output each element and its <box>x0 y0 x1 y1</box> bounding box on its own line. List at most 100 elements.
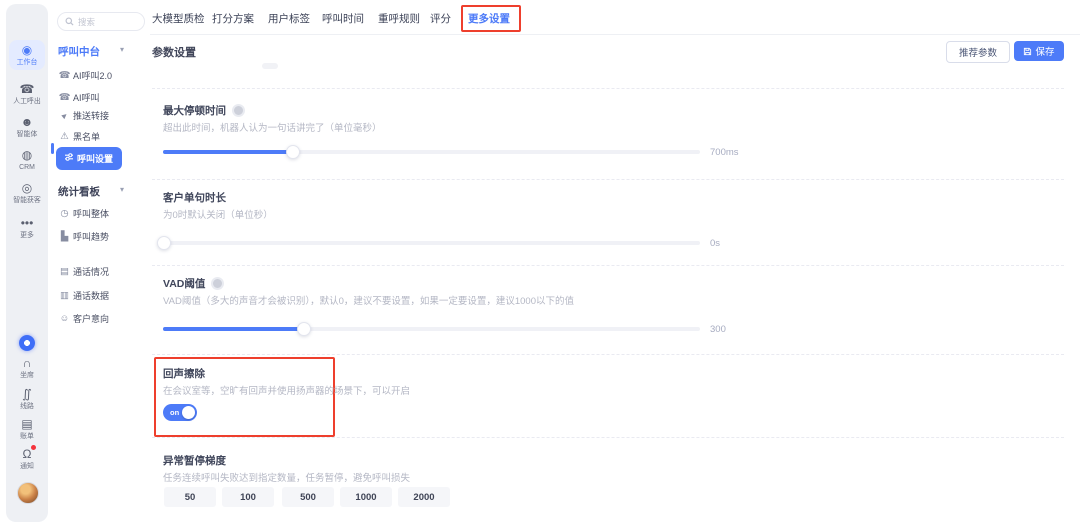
slider-handle[interactable] <box>297 322 311 336</box>
sentence-duration-value: 0s <box>710 238 720 249</box>
section-desc-sentence-duration: 为0时默认关闭（单位秒） <box>163 207 273 221</box>
rail-item-more[interactable]: ••• 更多 <box>9 216 45 239</box>
section-title-sentence-duration: 客户单句时长 <box>163 190 226 205</box>
rail-item-lead-gen[interactable]: ◎ 智能获客 <box>9 181 45 204</box>
notification-badge <box>31 445 36 450</box>
search-icon <box>65 17 74 26</box>
rail-item-seat[interactable]: ∩ 坐席 <box>9 356 45 379</box>
rail-item-workbench[interactable]: ◉ 工作台 <box>9 40 45 70</box>
section-desc-abnormal-pause: 任务连续呼叫失败达到指定数量，任务暂停，避免呼叫损失 <box>163 470 410 484</box>
rail-item-bill[interactable]: ▤ 账单 <box>9 417 45 440</box>
sidebar-group-call-platform[interactable]: 呼叫中台 <box>58 44 100 59</box>
sidebar-item-ai-call-2[interactable]: ☎ AI呼叫2.0 <box>48 64 148 86</box>
slider-handle[interactable] <box>157 236 171 250</box>
send-icon: ► <box>57 107 73 122</box>
save-button[interactable]: 保存 <box>1014 41 1064 61</box>
sidebar-item-call-data[interactable]: ▥ 通话数据 <box>48 284 148 306</box>
recommend-params-button[interactable]: 推荐参数 <box>946 41 1010 63</box>
more-dots-icon: ••• <box>9 216 45 230</box>
data-sheet-icon: ▥ <box>58 290 71 301</box>
section-title-abnormal-pause: 异常暂停梯度 <box>163 453 226 468</box>
info-icon[interactable] <box>211 277 224 290</box>
rail-item-manual-outbound[interactable]: ☎ 人工呼出 <box>9 82 45 105</box>
manual-outbound-icon: ☎ <box>9 82 45 96</box>
bar-chart-icon: ▙ <box>58 231 71 242</box>
sliders-icon <box>62 152 75 165</box>
sidebar-group-stats-board[interactable]: 统计看板 <box>58 184 100 199</box>
tab-recall-rules[interactable]: 重呼规则 <box>378 11 420 26</box>
slider-track[interactable] <box>163 241 700 245</box>
online-status-indicator[interactable] <box>19 335 35 351</box>
user-avatar[interactable] <box>17 482 39 504</box>
slider-fill <box>163 150 292 154</box>
toggle-knob <box>182 406 195 419</box>
scrolled-element-remnant <box>262 63 278 69</box>
crm-icon: ◍ <box>9 148 45 162</box>
max-pause-slider[interactable] <box>163 145 700 157</box>
lines-icon: ∬ <box>9 387 45 401</box>
max-pause-value: 700ms <box>710 147 739 158</box>
search-placeholder: 搜索 <box>78 16 95 28</box>
phone-icon: ☎ <box>58 92 71 103</box>
save-disk-icon <box>1023 47 1032 56</box>
sidebar-item-call-status[interactable]: ▤ 通话情况 <box>48 260 148 282</box>
settings-tabbar: 大模型质检 打分方案 用户标签 呼叫时间 重呼规则 评分 更多设置 <box>150 0 1080 35</box>
rail-item-agent-bot[interactable]: ☻ 智能体 <box>9 115 45 138</box>
sidebar-item-call-settings[interactable]: 呼叫设置 <box>56 147 122 170</box>
app-window: ◉ 工作台 ☎ 人工呼出 ☻ 智能体 ◍ CRM ◎ 智能获客 ••• 更多 ∩… <box>0 0 1080 532</box>
workbench-icon: ◉ <box>9 43 45 57</box>
pause-option-2000[interactable]: 2000 <box>398 487 450 507</box>
clock-icon: ◷ <box>58 208 71 219</box>
tab-llm-qc[interactable]: 大模型质检 <box>152 11 205 26</box>
pause-option-100[interactable]: 100 <box>222 487 274 507</box>
echo-cancel-toggle[interactable]: on <box>163 404 197 421</box>
bill-icon: ▤ <box>9 417 45 431</box>
bell-icon: Ω <box>9 447 45 461</box>
warning-triangle-icon: ⚠ <box>58 131 71 142</box>
chevron-down-icon[interactable]: ▾ <box>120 45 124 54</box>
pause-option-1000[interactable]: 1000 <box>340 487 392 507</box>
sidebar-item-customer-intent[interactable]: ☺ 客户意向 <box>48 307 148 329</box>
vad-threshold-slider[interactable] <box>163 322 700 334</box>
section-title-echo-cancel: 回声擦除 <box>163 366 205 381</box>
sidebar-item-blacklist[interactable]: ⚠ 黑名单 <box>48 125 148 147</box>
icon-rail: ◉ 工作台 ☎ 人工呼出 ☻ 智能体 ◍ CRM ◎ 智能获客 ••• 更多 ∩… <box>6 4 48 522</box>
tab-score-plan[interactable]: 打分方案 <box>212 11 254 26</box>
tab-user-tags[interactable]: 用户标签 <box>268 11 310 26</box>
sidebar-scrollbar[interactable] <box>51 143 54 154</box>
main-content: 大模型质检 打分方案 用户标签 呼叫时间 重呼规则 评分 更多设置 参数设置 推… <box>150 0 1080 532</box>
rail-item-crm[interactable]: ◍ CRM <box>9 148 45 171</box>
section-divider <box>152 437 1064 438</box>
section-divider <box>152 179 1064 180</box>
tab-call-time[interactable]: 呼叫时间 <box>322 11 364 26</box>
document-icon: ▤ <box>58 266 71 277</box>
sidebar-item-push-transfer[interactable]: ► 推送转接 <box>48 104 148 126</box>
agent-bot-icon: ☻ <box>9 115 45 129</box>
chevron-down-icon[interactable]: ▾ <box>120 185 124 194</box>
annotation-box-more-settings <box>461 5 521 32</box>
section-desc-vad-threshold: VAD阈值（多大的声音才会被识别），默认0，建议不要设置，如果一定要设置，建议1… <box>163 293 574 307</box>
headset-icon: ∩ <box>9 356 45 370</box>
section-desc-echo-cancel: 在会议室等，空旷有回声并使用扬声器的场景下，可以开启 <box>163 383 410 397</box>
section-title-vad-threshold: VAD阈值 <box>163 276 224 291</box>
sidebar-item-call-overall[interactable]: ◷ 呼叫整体 <box>48 202 148 224</box>
pause-option-500[interactable]: 500 <box>282 487 334 507</box>
sidebar: 搜索 呼叫中台 ▾ ☎ AI呼叫2.0 ☎ AI呼叫 ► 推送转接 ⚠ 黑名单 … <box>48 0 150 532</box>
lead-gen-icon: ◎ <box>9 181 45 195</box>
rail-item-lines[interactable]: ∬ 线路 <box>9 387 45 410</box>
rail-item-notifications[interactable]: Ω 通知 <box>9 447 45 470</box>
slider-fill <box>163 327 303 331</box>
info-icon[interactable] <box>232 104 245 117</box>
page-title: 参数设置 <box>152 44 196 60</box>
section-divider <box>152 265 1064 266</box>
sentence-duration-slider[interactable] <box>163 236 700 248</box>
section-desc-max-pause: 超出此时间，机器人认为一句话讲完了（单位毫秒） <box>163 120 382 134</box>
tab-rating[interactable]: 评分 <box>430 11 451 26</box>
vad-threshold-value: 300 <box>710 324 726 335</box>
section-title-max-pause: 最大停顿时间 <box>163 103 245 118</box>
slider-handle[interactable] <box>286 145 300 159</box>
toggle-on-label: on <box>170 408 179 417</box>
search-input[interactable]: 搜索 <box>57 12 145 31</box>
pause-option-50[interactable]: 50 <box>164 487 216 507</box>
sidebar-item-call-trend[interactable]: ▙ 呼叫趋势 <box>48 225 148 247</box>
